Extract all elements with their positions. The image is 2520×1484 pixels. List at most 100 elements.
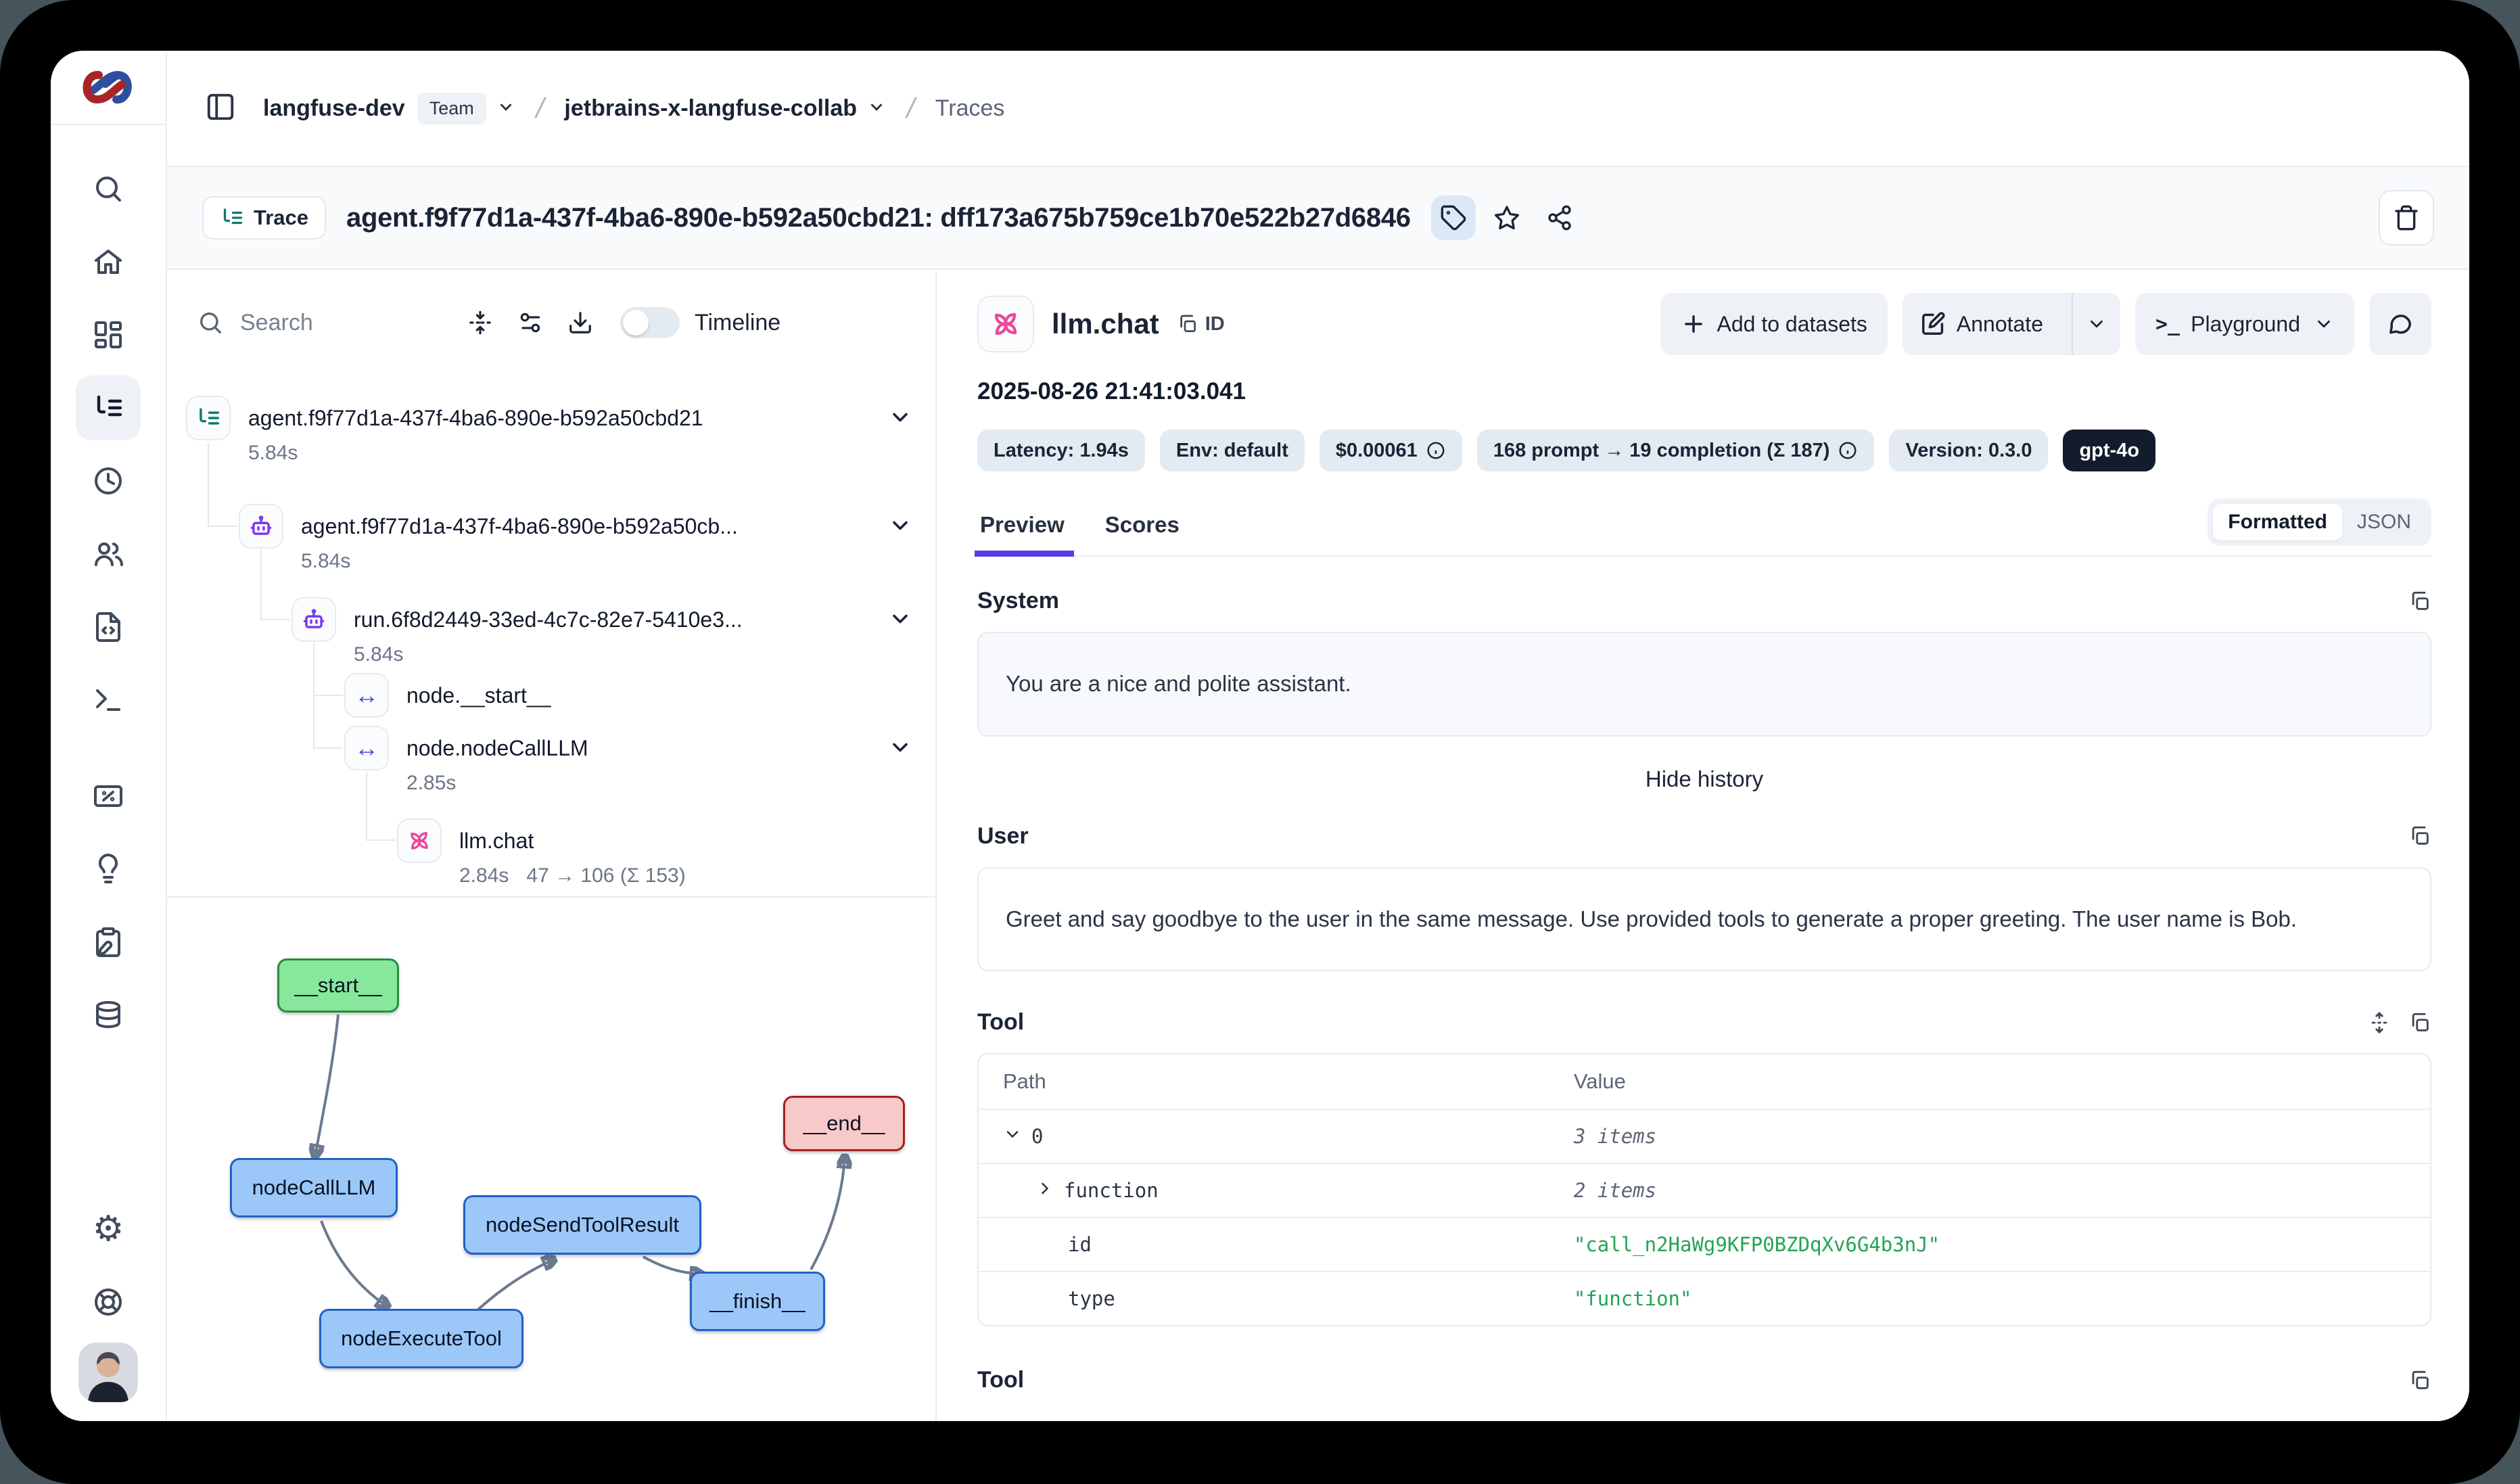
tree-row-llm-chat[interactable]: llm.chat 2.84s47 → 106 (Σ 153): [397, 818, 915, 887]
collapse-row-button[interactable]: [888, 607, 912, 634]
org-switcher[interactable]: [486, 97, 516, 120]
sidebar-item-users[interactable]: [76, 521, 141, 586]
user-section-header: User: [977, 823, 2431, 850]
project-switcher[interactable]: [857, 97, 887, 120]
table-row[interactable]: type "function": [979, 1271, 2430, 1325]
panel-left-icon: [205, 91, 236, 122]
tab-scores[interactable]: Scores: [1102, 512, 1182, 555]
trace-type-badge: Trace: [202, 196, 326, 239]
sidebar-item-search[interactable]: [76, 156, 141, 221]
comment-icon: [2387, 311, 2413, 337]
unfold-vertical-icon[interactable]: [2368, 1011, 2391, 1034]
model-badge[interactable]: gpt-4o: [2063, 430, 2155, 471]
collapse-row-button[interactable]: [888, 513, 912, 541]
clipboard-pen-icon: [92, 926, 124, 958]
delete-trace-button[interactable]: [2379, 190, 2434, 246]
tree-row-run[interactable]: run.6f8d2449-33ed-4c7c-82e7-5410e3... 5.…: [291, 597, 915, 666]
comments-button[interactable]: [2369, 293, 2431, 355]
sidebar-item-datasets[interactable]: [76, 983, 141, 1048]
latency-badge: Latency: 1.94s: [977, 430, 1145, 471]
sidebar-item-sessions[interactable]: [76, 448, 141, 513]
tree-row-agent[interactable]: agent.f9f77d1a-437f-4ba6-890e-b592a50cb.…: [239, 504, 915, 573]
chevron-down-icon[interactable]: [1003, 1125, 1022, 1149]
sidebar-item-dashboards[interactable]: [76, 302, 141, 367]
tree-row-node-callllm[interactable]: ↔ node.nodeCallLLM 2.85s: [344, 726, 915, 795]
tree-row-node-start[interactable]: ↔ node.__start__: [344, 673, 915, 718]
collapse-row-button[interactable]: [888, 735, 912, 763]
favorite-button[interactable]: [1485, 196, 1529, 239]
sliders-icon: [517, 310, 543, 335]
user-avatar[interactable]: [78, 1343, 138, 1402]
copy-icon[interactable]: [2408, 1369, 2431, 1392]
chevron-right-icon[interactable]: [1035, 1179, 1054, 1203]
table-row[interactable]: 0 3 items: [979, 1109, 2430, 1163]
graph-node-nodeexecutetool[interactable]: nodeExecuteTool: [319, 1309, 523, 1368]
metrics-row: Latency: 1.94s Env: default $0.00061 168…: [977, 430, 2431, 471]
table-row[interactable]: function 2 items: [979, 1163, 2430, 1217]
add-to-datasets-button[interactable]: Add to datasets: [1660, 293, 1888, 355]
graph-node-end[interactable]: __end__: [783, 1096, 905, 1151]
search-icon: [197, 309, 224, 336]
breadcrumb-separator: /: [904, 92, 918, 124]
users-icon: [92, 538, 124, 570]
toggle-sidebar-button[interactable]: [205, 91, 236, 126]
copy-icon[interactable]: [2408, 590, 2431, 613]
search-input[interactable]: [240, 310, 443, 336]
tree-row-tokens: 47 → 106 (Σ 153): [526, 864, 685, 887]
tab-preview[interactable]: Preview: [977, 512, 1067, 555]
sidebar-item-prompts[interactable]: [76, 595, 141, 659]
cell-value: 2 items: [1574, 1179, 2430, 1202]
share-button[interactable]: [1538, 196, 1581, 239]
format-json[interactable]: JSON: [2342, 504, 2426, 540]
sidebar-item-evaluation[interactable]: [76, 764, 141, 829]
sidebar-item-playground[interactable]: [76, 668, 141, 733]
id-label: ID: [1205, 313, 1225, 335]
org-logo[interactable]: [51, 51, 166, 125]
breadcrumb-project[interactable]: jetbrains-x-langfuse-collab: [564, 95, 857, 122]
tag-button[interactable]: [1431, 195, 1476, 240]
add-to-datasets-label: Add to datasets: [1717, 312, 1867, 337]
annotate-dropdown-button[interactable]: [2072, 293, 2120, 355]
sidebar-item-home[interactable]: [76, 229, 141, 294]
graph-node-start[interactable]: __start__: [277, 958, 399, 1013]
sidebar-item-support[interactable]: [76, 1270, 141, 1335]
sidebar-item-annotation[interactable]: [76, 910, 141, 975]
graph-node-nodecallllm[interactable]: nodeCallLLM: [230, 1158, 398, 1218]
sidebar-item-settings[interactable]: ⚙: [76, 1197, 141, 1261]
chevron-down-icon: [2086, 314, 2107, 334]
tree-row-trace[interactable]: agent.f9f77d1a-437f-4ba6-890e-b592a50cbd…: [186, 396, 915, 465]
tree-row-label: node.nodeCallLLM: [406, 726, 588, 770]
timeline-toggle[interactable]: [620, 307, 680, 338]
breadcrumb-page[interactable]: Traces: [935, 95, 1005, 122]
table-row[interactable]: id "call_n2HaWg9KFP0BZDqXv6G4b3nJ": [979, 1217, 2430, 1271]
detail-tabs: Preview Scores Formatted JSON: [977, 498, 2431, 557]
download-button[interactable]: [567, 310, 593, 335]
breadcrumb-org[interactable]: langfuse-dev: [263, 95, 405, 122]
view-settings-button[interactable]: [517, 310, 543, 335]
agent-robot-icon: [239, 504, 283, 549]
collapse-row-button[interactable]: [888, 405, 912, 433]
tokens-badge[interactable]: 168 prompt → 19 completion (Σ 187): [1477, 430, 1875, 471]
copy-icon[interactable]: [2408, 1011, 2431, 1034]
column-value: Value: [1574, 1069, 2430, 1094]
copy-icon[interactable]: [2408, 825, 2431, 848]
terminal-icon: [92, 684, 124, 716]
sidebar-item-insights[interactable]: [76, 837, 141, 902]
cost-badge[interactable]: $0.00061: [1320, 430, 1462, 471]
trace-header-bar: Trace agent.f9f77d1a-437f-4ba6-890e-b592…: [167, 167, 2469, 270]
hide-history-button[interactable]: Hide history: [977, 766, 2431, 792]
icon-rail: ⚙: [51, 51, 167, 1421]
format-formatted[interactable]: Formatted: [2213, 504, 2342, 540]
copy-id-button[interactable]: ID: [1177, 313, 1225, 335]
annotate-button[interactable]: Annotate: [1903, 293, 2061, 355]
playground-button[interactable]: >_ Playground: [2135, 293, 2354, 355]
sidebar-item-traces[interactable]: [76, 375, 141, 440]
percent-card-icon: [92, 780, 124, 812]
collapse-all-button[interactable]: [467, 310, 493, 335]
tool-json-table: Path Value 0 3 items function 2 items id…: [977, 1053, 2431, 1326]
cell-value: "function": [1574, 1287, 2430, 1310]
graph-node-finish[interactable]: __finish__: [690, 1272, 825, 1331]
observation-tree: agent.f9f77d1a-437f-4ba6-890e-b592a50cbd…: [167, 375, 935, 898]
tree-row-duration: 5.84s: [248, 442, 298, 465]
graph-node-nodesendtoolresult[interactable]: nodeSendToolResult: [463, 1195, 701, 1255]
